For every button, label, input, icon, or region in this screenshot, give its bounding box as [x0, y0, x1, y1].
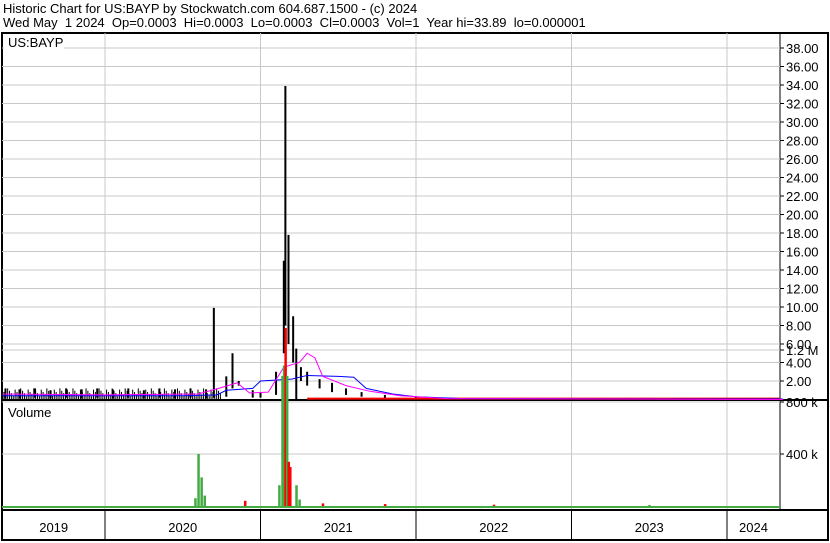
- chart-window: Historic Chart for US:BAYP by Stockwatch…: [0, 0, 830, 543]
- volume-tick-label: 400 k: [786, 447, 818, 462]
- price-tick-label: 10.00: [786, 300, 819, 315]
- volume-bar: [243, 500, 247, 506]
- volume-bar: [200, 477, 203, 506]
- year-label: 2019: [39, 520, 68, 535]
- price-tick-label: 20.00: [786, 208, 819, 223]
- volume-label: Volume: [8, 405, 51, 420]
- price-tick-label: 16.00: [786, 245, 819, 260]
- price-tick-label: 18.00: [786, 226, 819, 241]
- stock-chart: 2.004.006.008.0010.0012.0014.0016.0018.0…: [1, 32, 829, 541]
- volume-bar: [194, 498, 197, 506]
- volume-bar: [295, 485, 298, 506]
- price-tick-label: 34.00: [786, 78, 819, 93]
- price-tick-label: 38.00: [786, 41, 819, 56]
- year-label: 2021: [324, 520, 353, 535]
- price-tick-label: 24.00: [786, 171, 819, 186]
- price-tick-label: 8.00: [786, 319, 811, 334]
- volume-bar: [492, 504, 496, 506]
- volume-tick-label: 800 k: [786, 395, 818, 410]
- price-tick-label: 2.00: [786, 374, 811, 389]
- price-tick-label: 12.00: [786, 282, 819, 297]
- symbol-label: US:BAYP: [8, 35, 63, 50]
- price-tick-label: 26.00: [786, 152, 819, 167]
- price-tick-label: 14.00: [786, 263, 819, 278]
- year-label: 2024: [739, 520, 768, 535]
- volume-bar: [203, 495, 207, 506]
- volume-bar: [648, 504, 651, 506]
- volume-bar: [298, 499, 301, 506]
- volume-bar: [383, 504, 387, 506]
- volume-bar: [197, 454, 200, 506]
- moving-average-long: [2, 374, 783, 400]
- price-tick-label: 32.00: [786, 97, 819, 112]
- year-label: 2023: [635, 520, 664, 535]
- price-tick-label: 36.00: [786, 60, 819, 75]
- volume-bar: [278, 485, 281, 506]
- volume-bar: [289, 467, 292, 506]
- chart-frame: [1, 32, 829, 541]
- volume-tick-label: 1.2 M: [786, 343, 819, 358]
- price-tick-label: 30.00: [786, 115, 819, 130]
- year-label: 2020: [168, 520, 197, 535]
- volume-bar: [321, 503, 325, 506]
- year-label: 2022: [479, 520, 508, 535]
- price-tick-label: 22.00: [786, 189, 819, 204]
- price-tick-label: 28.00: [786, 134, 819, 149]
